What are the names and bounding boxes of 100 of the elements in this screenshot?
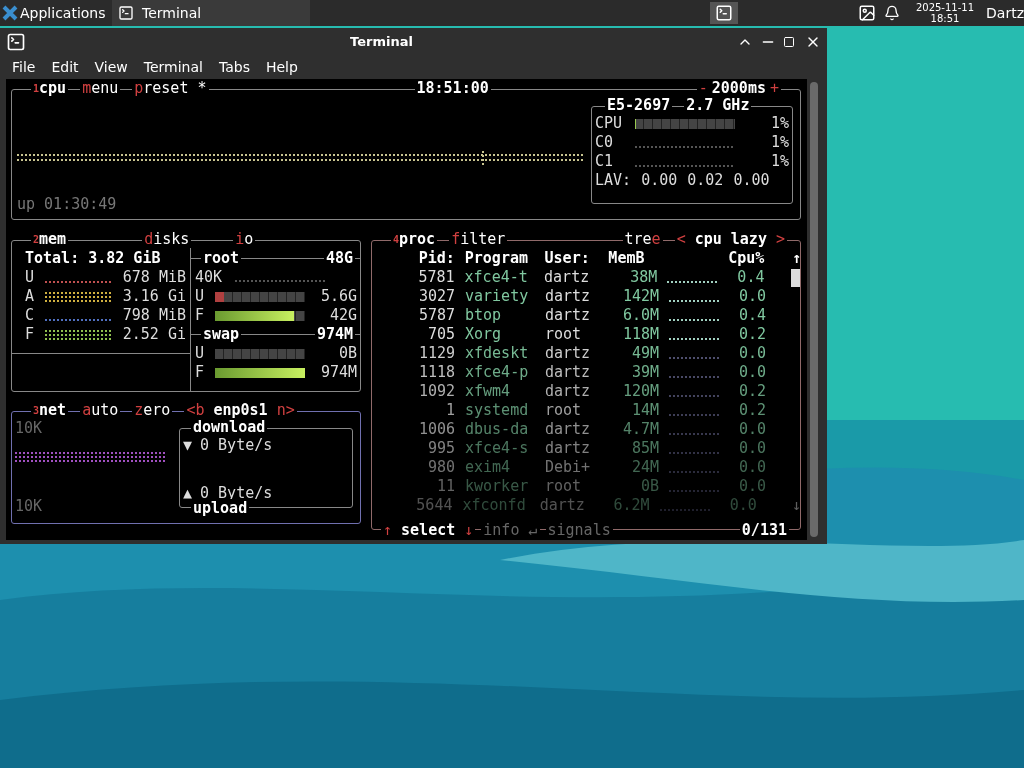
applications-menu[interactable]: Applications: [20, 2, 112, 24]
table-cell-text: 142M: [621, 287, 659, 306]
previous-sort[interactable]: <: [676, 230, 686, 248]
cpu-sparkline: [669, 356, 719, 359]
select-label[interactable]: select: [401, 521, 456, 539]
table-cell-text: 0.0: [739, 439, 768, 458]
table-cell-text: 0.0: [729, 496, 758, 515]
table-cell-text: 1118: [417, 363, 455, 382]
terminal-launcher[interactable]: [709, 2, 738, 24]
table-cell-text: systemd: [465, 401, 530, 420]
table-cell-text: root: [545, 325, 583, 344]
table-cell-text: 0.2: [739, 382, 768, 401]
disk-label: F: [195, 306, 206, 325]
table-cell-text: 5644: [415, 496, 453, 515]
table-cell-text: root: [545, 477, 583, 496]
memory-value: 3.16 Gi: [121, 287, 187, 306]
disk-label: U: [195, 287, 206, 306]
cpu-sparkline: [669, 489, 719, 492]
disk-value: 974M: [319, 363, 358, 382]
table-cell-text: 49M: [630, 344, 659, 363]
uptime: up 01:30:49: [17, 195, 118, 214]
memory-label: F: [25, 325, 36, 344]
table-cell-text: 980: [426, 458, 455, 477]
table-cell-text: dartz: [545, 420, 592, 439]
table-cell-text: 4.7M: [621, 420, 659, 439]
panel-tab[interactable]: preset *: [132, 79, 209, 98]
enter-key: ↵: [528, 521, 538, 539]
table-cell-text: xfconfd: [462, 496, 527, 515]
signals-label[interactable]: signals: [545, 521, 613, 540]
cpu-sparkline: [669, 432, 719, 435]
table-cell-text: dartz: [545, 287, 592, 306]
next-sort[interactable]: >: [775, 230, 785, 248]
table-cell-text: 0.0: [739, 363, 768, 382]
memory-value: 2.52 Gi: [121, 325, 187, 344]
table-cell-text: 705: [426, 325, 455, 344]
table-cell-text: 6.2M: [612, 496, 650, 515]
disk-size: 974M: [315, 325, 354, 344]
table-cell-text: 0.0: [739, 420, 768, 439]
table-cell-text: 85M: [630, 439, 659, 458]
table-cell-text: xfce4-p: [465, 363, 530, 382]
table-cell-text: 0.0: [739, 477, 768, 496]
menu-item[interactable]: Tabs: [210, 56, 258, 78]
core-label: C0: [595, 133, 615, 152]
menu-item[interactable]: View: [86, 56, 136, 78]
next-interface[interactable]: n>: [276, 401, 295, 419]
table-cell-text: 0B: [639, 477, 659, 496]
upload-arrow: ▲: [183, 484, 193, 503]
memory-graph: [45, 291, 113, 302]
scroll-up-arrow[interactable]: ↑: [792, 249, 801, 268]
table-cell-text: 1006: [417, 420, 455, 439]
load-average: 0.00: [733, 171, 770, 190]
table-cell-text: 0.0: [739, 344, 768, 363]
app-menu-icon: [2, 5, 18, 21]
table-cell-text: dartz: [545, 439, 592, 458]
previous-interface[interactable]: <b: [186, 401, 205, 419]
panel-tab[interactable]: disks: [142, 230, 192, 248]
cpu-sparkline: [669, 337, 719, 340]
menu-item[interactable]: Edit: [43, 56, 87, 78]
memory-label: A: [25, 287, 36, 306]
table-cell-text: 0.2: [739, 325, 768, 344]
memory-graph: [45, 318, 113, 321]
notification-icon[interactable]: [883, 5, 900, 21]
menu-item[interactable]: File: [4, 56, 44, 78]
user-name[interactable]: Dartz: [986, 2, 1024, 24]
table-cell-text: 39M: [630, 363, 659, 382]
memory-total: Total: 3.82 GiB: [25, 249, 161, 267]
memory-value: 678 MiB: [121, 268, 187, 287]
table-cell-text: dartz: [544, 268, 591, 287]
menu-item[interactable]: Help: [257, 56, 306, 78]
table-cell-text: xfdeskt: [465, 344, 530, 363]
load-average-label: LAV:: [595, 171, 632, 190]
column-header: User:: [544, 249, 591, 268]
table-cell-text: 0.0: [739, 287, 768, 306]
core-label: CPU: [595, 114, 624, 133]
table-cell-text: xfwm4: [465, 382, 512, 401]
table-cell-text: 118M: [621, 325, 659, 344]
disk-value: 0B: [337, 344, 358, 363]
table-cell-text: 0.2: [739, 401, 768, 420]
table-cell-text: 6.0M: [621, 306, 659, 325]
scrollbar-thumb[interactable]: [791, 268, 801, 287]
table-cell-text: dartz: [539, 496, 586, 515]
table-cell-text: 14M: [630, 401, 659, 420]
core-label: C1: [595, 152, 615, 171]
task-button[interactable]: Terminal: [112, 0, 310, 26]
table-cell-text: 3027: [417, 287, 455, 306]
cpu-sparkline: [669, 413, 719, 416]
table-cell-text: Xorg: [465, 325, 503, 344]
sort-mode: cpu lazy: [694, 230, 767, 248]
disk-size: 48G: [324, 249, 354, 268]
info-label[interactable]: info: [483, 521, 520, 539]
core-usage: 1%: [769, 152, 789, 171]
maximize-icon[interactable]: [783, 35, 795, 48]
image-icon[interactable]: [857, 4, 876, 22]
terminal-icon: [714, 4, 733, 22]
table-cell-text: 120M: [621, 382, 659, 401]
table-cell-text: 1092: [417, 382, 455, 401]
column-header: Pid:: [417, 249, 455, 268]
scale-label: 10K: [15, 419, 44, 438]
menu-item[interactable]: Terminal: [135, 56, 211, 78]
disk-label: U: [195, 344, 206, 363]
